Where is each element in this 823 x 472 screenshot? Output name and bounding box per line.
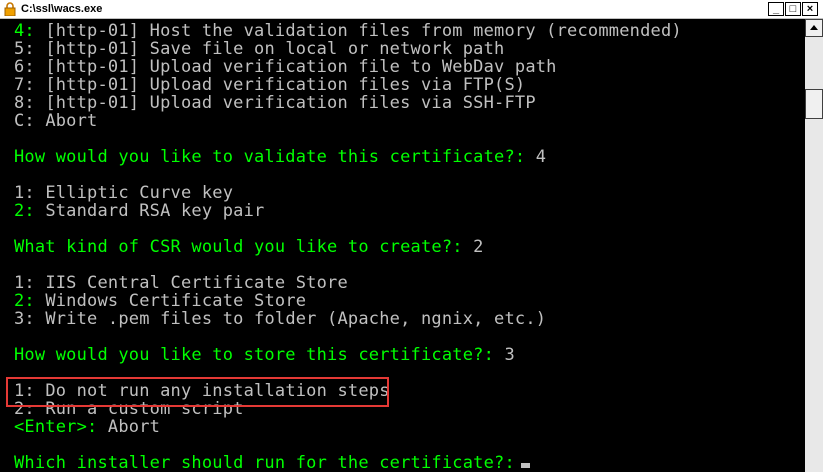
console-line: 5: [http-01] Save file on local or netwo… <box>14 39 505 59</box>
close-button[interactable]: × <box>802 2 818 16</box>
annotation-highlight-box <box>6 377 389 407</box>
console-prompt: How would you like to store this certifi… <box>14 345 515 365</box>
console-line: 3: Write .pem files to folder (Apache, n… <box>14 309 547 329</box>
console-line: 7: [http-01] Upload verification files v… <box>14 75 526 95</box>
title-bar: C:\ssl\wacs.exe _ □ × <box>0 0 823 19</box>
console-prompt: What kind of CSR would you like to creat… <box>14 237 484 257</box>
vertical-scrollbar[interactable] <box>805 19 823 472</box>
console-line: C: Abort <box>14 111 98 131</box>
minimize-button[interactable]: _ <box>768 2 784 16</box>
lock-icon <box>4 2 16 16</box>
console-line: 1: IIS Central Certificate Store <box>14 273 348 293</box>
window-title: C:\ssl\wacs.exe <box>21 3 103 15</box>
console-output[interactable]: 4: [http-01] Host the validation files f… <box>0 19 805 472</box>
console-line: <Enter>: Abort <box>14 417 161 437</box>
console-prompt: Which installer should run for the certi… <box>14 454 530 472</box>
console-line: 2: Windows Certificate Store <box>14 291 307 311</box>
text-cursor <box>520 463 530 468</box>
console-line: 6: [http-01] Upload verification file to… <box>14 57 557 77</box>
console-line: 2: Standard RSA key pair <box>14 201 265 221</box>
console-line: 8: [http-01] Upload verification files v… <box>14 93 536 113</box>
console-line: 4: [http-01] Host the validation files f… <box>14 21 682 41</box>
console-prompt: How would you like to validate this cert… <box>14 147 547 167</box>
maximize-button[interactable]: □ <box>785 2 801 16</box>
console-line: 1: Elliptic Curve key <box>14 183 234 203</box>
scroll-thumb[interactable] <box>805 89 823 119</box>
scroll-up-button[interactable] <box>805 19 823 37</box>
